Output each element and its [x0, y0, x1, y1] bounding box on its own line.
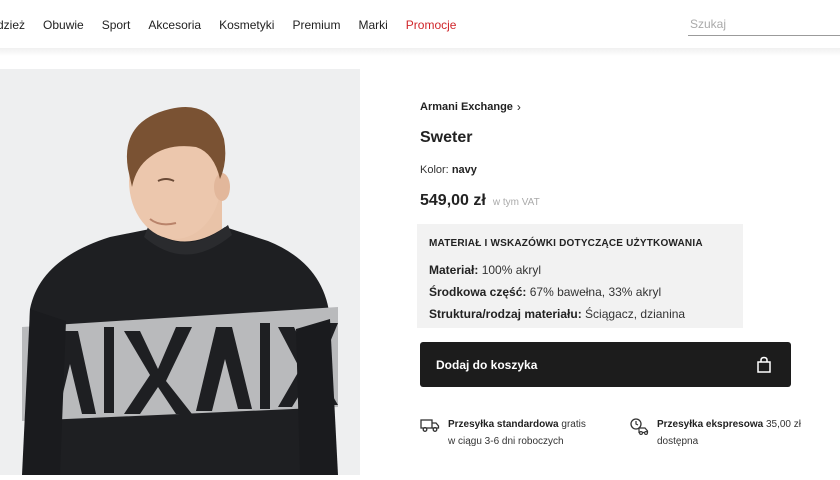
search-box: [688, 14, 840, 36]
materials-heading: MATERIAŁ I WSKAZÓWKI DOTYCZĄCE UŻYTKOWAN…: [429, 238, 703, 249]
material-row: Środkowa część: 67% bawełna, 33% akryl: [429, 281, 731, 303]
brand-link[interactable]: Armani Exchange ›: [420, 100, 521, 114]
add-to-cart-label: Dodaj do koszyka: [436, 357, 538, 372]
nav-item-clothing[interactable]: dzież: [0, 18, 25, 32]
header-shadow: [0, 48, 840, 56]
shipping-standard-detail: w ciągu 3-6 dni roboczych: [448, 436, 564, 447]
fast-delivery-icon: [630, 418, 649, 435]
color-label: Kolor:: [420, 164, 449, 176]
shipping-express: Przesyłka ekspresowa 35,00 zł dostępna: [629, 416, 829, 450]
material-label: Struktura/rodzaj materiału:: [429, 307, 582, 321]
price-row: 549,00 zł w tym VAT: [420, 192, 540, 210]
chevron-right-icon: ›: [516, 100, 521, 114]
material-value: 67% bawełna, 33% akryl: [529, 285, 662, 299]
nav-item-cosmetics[interactable]: Kosmetyki: [219, 18, 274, 32]
shipping-standard-title: Przesyłka standardowa: [448, 419, 559, 430]
color-info: Kolor: navy: [420, 164, 477, 176]
shipping-express-title: Przesyłka ekspresowa: [657, 419, 764, 430]
shipping-standard-suffix: gratis: [561, 419, 586, 430]
shipping-express-detail: dostępna: [657, 436, 699, 447]
nav-item-sport[interactable]: Sport: [102, 18, 131, 32]
material-label: Środkowa część:: [429, 285, 527, 299]
product-image[interactable]: [0, 69, 360, 475]
truck-icon: [420, 419, 440, 432]
nav-item-shoes[interactable]: Obuwie: [43, 18, 84, 32]
nav-item-brands[interactable]: Marki: [358, 18, 387, 32]
top-navigation: dzież Obuwie Sport Akcesoria Kosmetyki P…: [0, 0, 840, 56]
material-value: 100% akryl: [481, 263, 542, 277]
materials-panel: MATERIAŁ I WSKAZÓWKI DOTYCZĄCE UŻYTKOWAN…: [417, 224, 743, 328]
vat-note: w tym VAT: [492, 197, 540, 208]
brand-name: Armani Exchange: [420, 101, 513, 113]
nav-item-premium[interactable]: Premium: [292, 18, 340, 32]
material-row: Struktura/rodzaj materiału: Ściągacz, dz…: [429, 303, 731, 325]
nav-item-promotions[interactable]: Promocje: [406, 18, 457, 32]
product-price: 549,00 zł: [420, 192, 486, 209]
nav-item-accessories[interactable]: Akcesoria: [148, 18, 201, 32]
material-row: Materiał: 100% akryl: [429, 259, 731, 281]
add-to-cart-button[interactable]: Dodaj do koszyka: [420, 342, 791, 387]
search-input[interactable]: [688, 14, 840, 34]
material-value: Ściągacz, dzianina: [585, 307, 686, 321]
shipping-express-text: Przesyłka ekspresowa 35,00 zł dostępna: [657, 416, 801, 450]
product-title: Sweter: [420, 129, 473, 146]
shipping-standard-text: Przesyłka standardowa gratis w ciągu 3-6…: [448, 416, 586, 450]
shopping-bag-icon: [757, 356, 771, 373]
product-photo-illustration: [0, 69, 360, 475]
shipping-standard: Przesyłka standardowa gratis w ciągu 3-6…: [420, 416, 610, 450]
category-menu: dzież Obuwie Sport Akcesoria Kosmetyki P…: [0, 18, 474, 32]
material-label: Materiał:: [429, 263, 479, 277]
color-value: navy: [451, 164, 477, 176]
shipping-express-suffix: 35,00 zł: [765, 419, 801, 430]
